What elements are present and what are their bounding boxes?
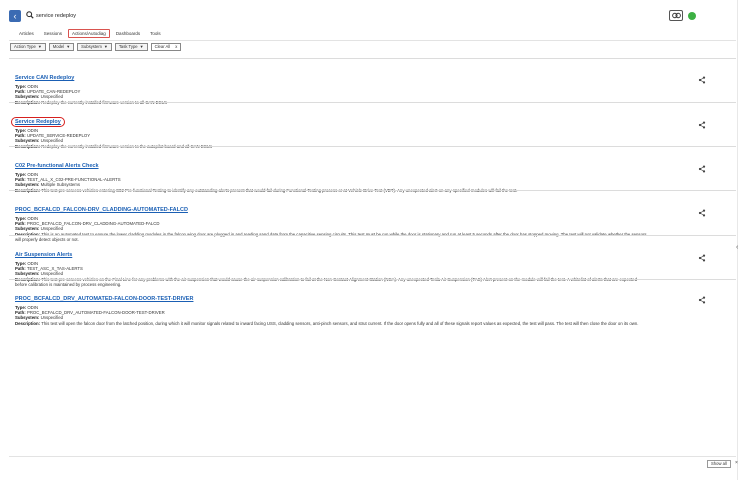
- share-icon[interactable]: [698, 121, 706, 129]
- right-panel-edge: [737, 0, 738, 480]
- caret-down-icon: ▼: [103, 44, 108, 49]
- caret-down-icon: ▼: [37, 44, 42, 49]
- result-title-link[interactable]: Air Suspension Alerts: [15, 252, 72, 258]
- top-bar: ‹: [0, 0, 742, 24]
- result-title-link[interactable]: PROC_BCFALCD_FALCON-DRV_CLADDING-AUTOMAT…: [15, 207, 188, 213]
- caret-down-icon: ▼: [139, 44, 144, 49]
- tab-articles[interactable]: Articles: [15, 29, 38, 38]
- share-icon[interactable]: [698, 76, 706, 84]
- result-title-link[interactable]: PROC_BCFALCD_DRV_AUTOMATED-FALCON-DOOR-T…: [15, 296, 193, 302]
- result-title-link[interactable]: Service CAN Redeploy: [15, 75, 74, 81]
- link-icon: [672, 12, 681, 19]
- result-card: PROC_BCFALCD_DRV_AUTOMATED-FALCON-DOOR-T…: [9, 279, 736, 326]
- caret-down-icon: ▼: [66, 44, 71, 49]
- chevron-left-icon[interactable]: ‹: [736, 244, 738, 251]
- results-list: Service CAN Redeploy Type: ODIN Path: UP…: [9, 58, 736, 326]
- show-all-button[interactable]: Show all: [707, 460, 731, 468]
- result-description: Description: This test will open the fal…: [15, 320, 639, 326]
- action-type-filter[interactable]: Action Type ▼: [10, 43, 46, 51]
- share-icon[interactable]: [698, 254, 706, 262]
- share-icon[interactable]: [698, 209, 706, 217]
- filter-label: Subsystem: [81, 44, 102, 49]
- status-indicator: [688, 12, 696, 20]
- search-input[interactable]: [36, 11, 236, 21]
- share-icon[interactable]: [698, 165, 706, 173]
- close-icon: x: [175, 44, 178, 49]
- result-title-link[interactable]: Service Redeploy: [11, 117, 65, 127]
- result-title-link[interactable]: C02 Pre-functional Alerts Check: [15, 163, 99, 169]
- result-card: Service CAN Redeploy Type: ODIN Path: UP…: [9, 58, 736, 105]
- clear-all-label: Clear All: [154, 44, 171, 49]
- back-button[interactable]: ‹: [9, 10, 21, 22]
- header-divider: [9, 40, 736, 41]
- result-card: C02 Pre-functional Alerts Check Type: OD…: [9, 146, 736, 193]
- tab-actions-autodiag[interactable]: Actions/Autodiag: [68, 28, 110, 38]
- footer-divider: [9, 456, 736, 457]
- result-card: Air Suspension Alerts Type: ODIN Path: T…: [9, 235, 736, 287]
- tab-tools[interactable]: Tools: [146, 29, 165, 38]
- close-icon[interactable]: ×: [735, 460, 738, 466]
- tab-dashboards[interactable]: Dashboards: [112, 29, 144, 38]
- task-type-filter[interactable]: Task Type ▼: [114, 43, 148, 51]
- subsystem-filter[interactable]: Subsystem ▼: [77, 43, 112, 51]
- filter-label: Task Type: [118, 44, 138, 49]
- filter-bar: Action Type ▼ Model ▼ Subsystem ▼ Task Type…: [10, 43, 182, 51]
- model-filter[interactable]: Model ▼: [48, 43, 75, 51]
- tab-sessions[interactable]: Sessions: [40, 29, 66, 38]
- search-icon: [26, 11, 34, 19]
- chevron-left-icon: ‹: [13, 11, 17, 21]
- result-card: Service Redeploy Type: ODIN Path: UPDATE…: [9, 102, 736, 149]
- result-card: PROC_BCFALCD_FALCON-DRV_CLADDING-AUTOMAT…: [9, 190, 736, 242]
- clear-all-button[interactable]: Clear All x: [150, 43, 182, 51]
- share-icon[interactable]: [698, 296, 706, 304]
- copy-link-button[interactable]: [669, 10, 683, 21]
- tab-bar: Articles Sessions Actions/Autodiag Dashb…: [15, 28, 165, 38]
- filter-label: Model: [52, 44, 65, 49]
- filter-label: Action Type: [14, 44, 36, 49]
